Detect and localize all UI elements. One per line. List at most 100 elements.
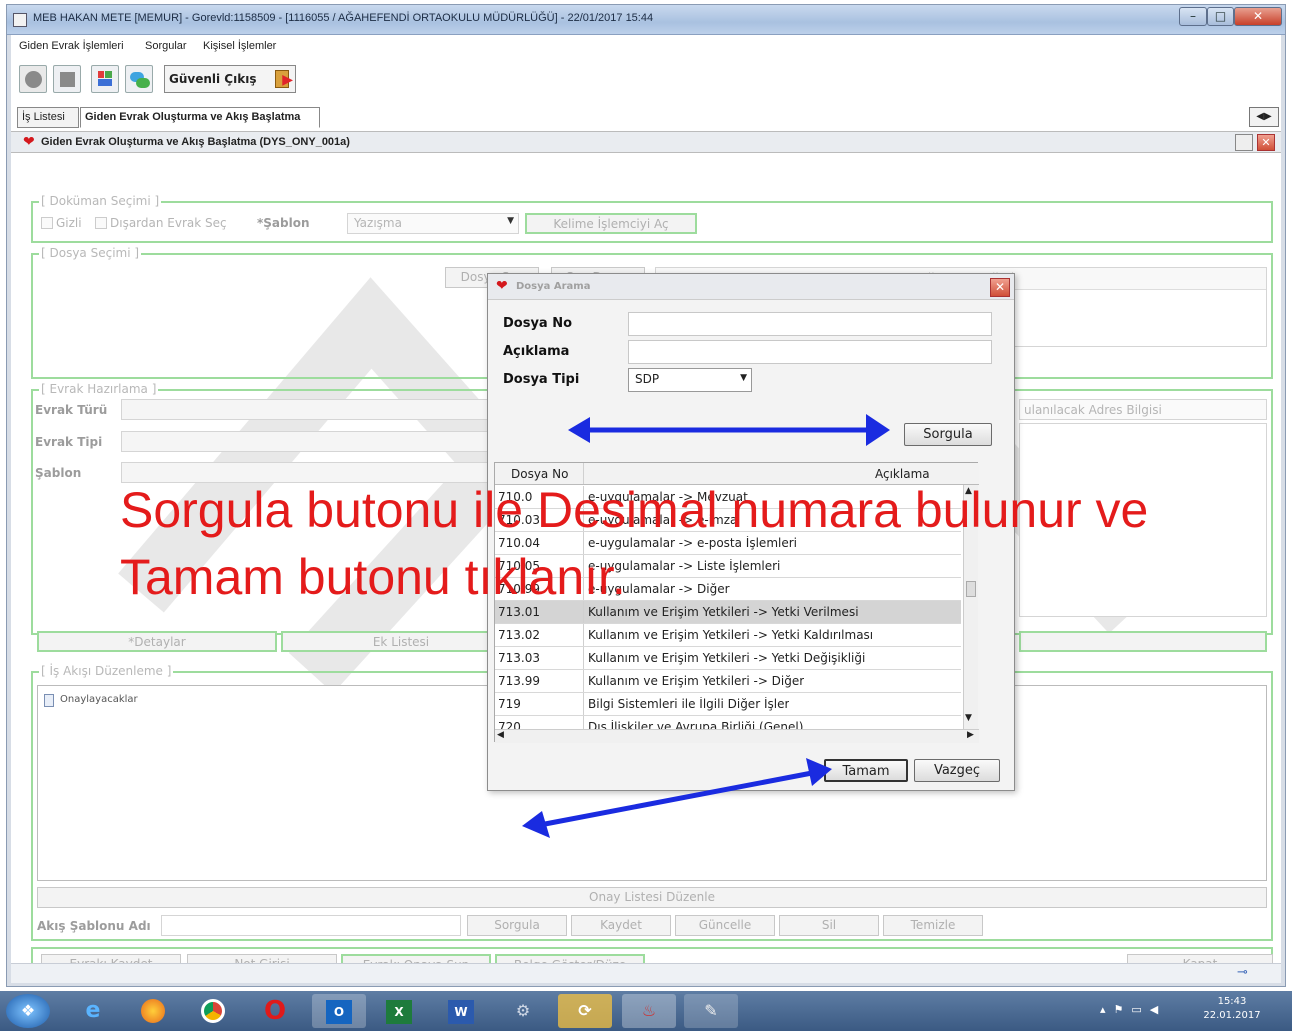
window-title: MEB HAKAN METE [MEMUR] - Gorevld:1158509… bbox=[33, 12, 654, 24]
chat-icon[interactable] bbox=[125, 65, 153, 93]
title-bar[interactable]: MEB HAKAN METE [MEMUR] - Gorevld:1158509… bbox=[7, 5, 1285, 35]
scroll-left-icon[interactable]: ◀ bbox=[497, 730, 504, 740]
record-icon[interactable] bbox=[19, 65, 47, 93]
word-icon[interactable]: W bbox=[434, 994, 488, 1028]
onay-listesi-button[interactable]: Onay Listesi Düzenle bbox=[37, 887, 1267, 908]
column-divider bbox=[583, 463, 584, 484]
sil-button[interactable]: Sil bbox=[779, 915, 879, 936]
aciklama-input[interactable] bbox=[628, 340, 992, 364]
grid-icon[interactable] bbox=[53, 65, 81, 93]
detaylar-tab[interactable]: *Detaylar bbox=[37, 631, 277, 652]
horizontal-scrollbar[interactable]: ◀ ▶ bbox=[495, 729, 979, 743]
outlook-icon[interactable]: O bbox=[312, 994, 366, 1028]
paint-icon[interactable]: ✎ bbox=[684, 994, 738, 1028]
evrak-turu-field[interactable] bbox=[121, 399, 501, 420]
akis-sablonu-label: Akış Şablonu Adı bbox=[37, 919, 151, 933]
table-row[interactable]: 720 Dış İlişkiler ve Avrupa Birliği (Gene… bbox=[495, 716, 961, 729]
akis-sablonu-input[interactable] bbox=[161, 915, 461, 936]
app-icon bbox=[13, 13, 27, 27]
safe-exit-label: Güvenli Çıkış bbox=[169, 72, 257, 86]
column-header-dosya-no: Dosya No bbox=[511, 467, 569, 481]
firefox-icon[interactable] bbox=[126, 994, 180, 1028]
table-row[interactable]: 713.03 Kullanım ve Erişim Yetkileri -> Ye… bbox=[495, 647, 961, 670]
sablon2-field[interactable] bbox=[121, 462, 501, 483]
clock-date: 22.01.2017 bbox=[1203, 1010, 1261, 1021]
dialog-title: Dosya Arama bbox=[516, 281, 591, 292]
safe-exit-button[interactable]: Güvenli Çıkış ▶ bbox=[164, 65, 296, 93]
network-icon[interactable]: ⟳ bbox=[558, 994, 612, 1028]
panel-title: Giden Evrak Oluşturma ve Akış Başlatma (… bbox=[41, 136, 350, 148]
colors-icon[interactable] bbox=[91, 65, 119, 93]
sorgula-button[interactable]: Sorgula bbox=[904, 423, 992, 446]
cell-aciklama: e-uygulamalar -> e-posta İşlemleri bbox=[588, 536, 797, 550]
column-header-aciklama: Açıklama bbox=[875, 467, 930, 481]
scroll-right-icon[interactable]: ▶ bbox=[967, 730, 974, 740]
toolbar: Güvenli Çıkış ▶ bbox=[11, 61, 1281, 97]
sablon2-label: Şablon bbox=[35, 466, 82, 480]
tamam-button[interactable]: Tamam bbox=[824, 759, 908, 782]
clock-time: 15:43 bbox=[1217, 996, 1247, 1007]
maximize-button[interactable]: □ bbox=[1207, 7, 1234, 26]
evrak-turu-label: Evrak Türü bbox=[35, 403, 108, 417]
word-processor-button[interactable]: Kelime İşlemciyi Aç bbox=[525, 213, 697, 234]
cell-dosya-no: 713.02 bbox=[498, 628, 540, 642]
cell-dosya-no: 713.03 bbox=[498, 651, 540, 665]
evrak-tipi-label: Evrak Tipi bbox=[35, 435, 103, 449]
dialog-close-button[interactable]: ✕ bbox=[990, 278, 1010, 297]
menu-sorgular[interactable]: Sorgular bbox=[145, 40, 187, 52]
column-divider bbox=[583, 624, 584, 646]
temizle-button[interactable]: Temizle bbox=[883, 915, 983, 936]
scroll-down-icon[interactable]: ▼ bbox=[965, 713, 972, 723]
dosya-no-label: Dosya No bbox=[503, 316, 573, 331]
sorgula-workflow-button[interactable]: Sorgula bbox=[467, 915, 567, 936]
evrak-legend: [ Evrak Hazırlama ] bbox=[39, 382, 159, 396]
cell-dosya-no: 719 bbox=[498, 697, 521, 711]
table-row[interactable]: 713.02 Kullanım ve Erişim Yetkileri -> Ye… bbox=[495, 624, 961, 647]
dialog-title-bar[interactable]: ❤ Dosya Arama ✕ bbox=[488, 274, 1014, 300]
dosya-tipi-value: SDP bbox=[635, 372, 660, 386]
tab-scroll-buttons[interactable]: ◀▶ bbox=[1249, 107, 1279, 127]
close-button[interactable]: ✕ bbox=[1234, 7, 1282, 26]
menu-giden-evrak[interactable]: Giden Evrak İşlemleri bbox=[19, 40, 124, 52]
panel-close-icon[interactable]: ✕ bbox=[1257, 134, 1275, 151]
java-icon[interactable]: ♨ bbox=[622, 994, 676, 1028]
table-row[interactable]: 713.99 Kullanım ve Erişim Yetkileri -> Di… bbox=[495, 670, 961, 693]
annotation-line-2: Tamam butonu tıklanır. bbox=[120, 549, 626, 605]
disardan-checkbox[interactable] bbox=[95, 217, 107, 229]
dosya-tipi-select[interactable]: SDP ▼ bbox=[628, 368, 752, 392]
scroll-thumb[interactable] bbox=[966, 581, 976, 597]
panel-header: ❤ Giden Evrak Oluşturma ve Akış Başlatma… bbox=[11, 131, 1281, 153]
tray-icons[interactable]: ▴⚑▭◀ bbox=[1100, 1003, 1166, 1016]
system-clock[interactable]: 15:43 22.01.2017 bbox=[1198, 995, 1266, 1023]
tools-icon[interactable]: ⚙ bbox=[496, 994, 550, 1028]
kaydet-workflow-button[interactable]: Kaydet bbox=[571, 915, 671, 936]
ek-listesi-tab[interactable]: Ek Listesi bbox=[281, 631, 521, 652]
tab-is-listesi[interactable]: İş Listesi bbox=[17, 107, 79, 128]
dosya-no-input[interactable] bbox=[628, 312, 992, 336]
exit-arrow-icon: ▶ bbox=[282, 72, 293, 88]
ie-icon[interactable]: e bbox=[66, 994, 120, 1028]
opera-icon[interactable]: O bbox=[248, 994, 302, 1028]
menu-kisisel[interactable]: Kişisel İşlemler bbox=[203, 40, 276, 52]
excel-icon[interactable]: X bbox=[372, 994, 426, 1028]
chevron-down-icon: ▼ bbox=[507, 216, 514, 226]
chrome-icon[interactable] bbox=[186, 994, 240, 1028]
gizli-checkbox[interactable] bbox=[41, 217, 53, 229]
menu-bar: Giden Evrak İşlemleri Sorgular Kişisel İ… bbox=[11, 35, 1281, 57]
gizli-label: Gizli bbox=[56, 216, 82, 230]
table-row[interactable]: 719 Bilgi Sistemleri ile İlgili Diğer İşl… bbox=[495, 693, 961, 716]
vazgec-button[interactable]: Vazgeç bbox=[914, 759, 1000, 782]
column-divider bbox=[583, 647, 584, 669]
evrak-tipi-field[interactable] bbox=[121, 431, 501, 452]
document-icon bbox=[44, 694, 54, 707]
address-tab[interactable] bbox=[1019, 631, 1267, 652]
guncelle-button[interactable]: Güncelle bbox=[675, 915, 775, 936]
restore-icon[interactable] bbox=[1235, 134, 1253, 151]
sablon-select[interactable]: Yazışma ▼ bbox=[347, 213, 519, 234]
cell-aciklama: Kullanım ve Erişim Yetkileri -> Yetki Ve… bbox=[588, 605, 859, 619]
aciklama-label: Açıklama bbox=[503, 344, 570, 359]
tab-giden-evrak[interactable]: Giden Evrak Oluşturma ve Akış Başlatma bbox=[80, 107, 320, 128]
cell-aciklama: Dış İlişkiler ve Avrupa Birliği (Genel) bbox=[588, 720, 804, 729]
start-orb-icon[interactable]: ❖ bbox=[6, 994, 50, 1028]
minimize-button[interactable]: – bbox=[1179, 7, 1207, 26]
